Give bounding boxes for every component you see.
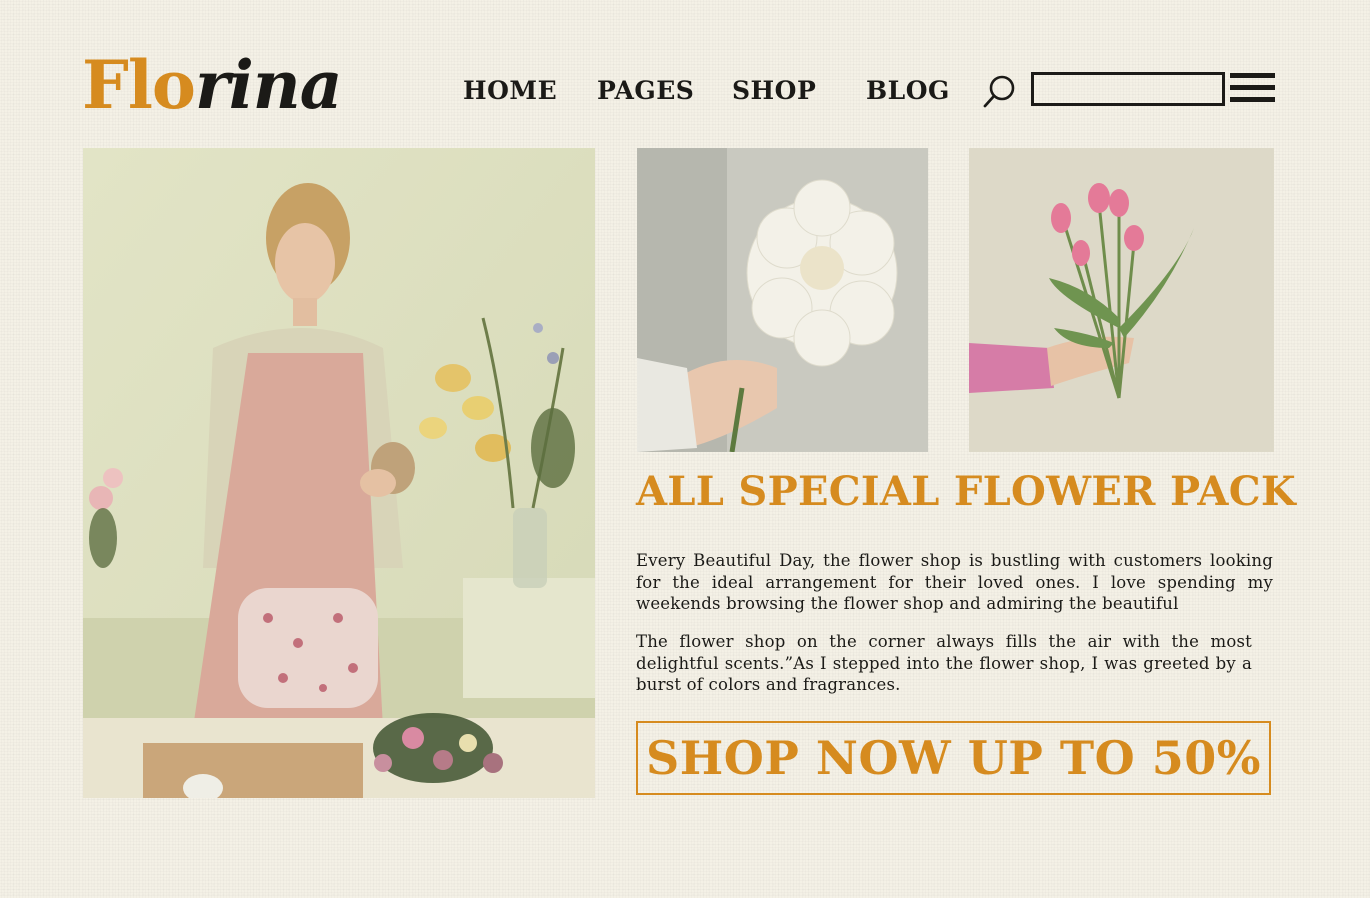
section-headline: ALL SPECIAL FLOWER PACK bbox=[636, 468, 1296, 515]
nav-pages[interactable]: PAGES bbox=[597, 76, 694, 105]
logo-part-2: rina bbox=[194, 46, 343, 124]
brand-logo[interactable]: Florina bbox=[82, 52, 343, 118]
search-icon[interactable] bbox=[982, 73, 1018, 109]
search-input[interactable] bbox=[1031, 72, 1225, 106]
nav-blog[interactable]: BLOG bbox=[866, 76, 950, 105]
florist-photo bbox=[83, 148, 595, 798]
logo-part-1: Flo bbox=[82, 46, 196, 124]
description-paragraph-1: Every Beautiful Day, the flower shop is … bbox=[636, 551, 1273, 613]
pink-tulips-photo bbox=[969, 148, 1274, 452]
nav-home[interactable]: HOME bbox=[463, 76, 557, 105]
hamburger-menu-icon[interactable] bbox=[1230, 73, 1275, 105]
description-paragraph-2: The flower shop on the corner always fil… bbox=[636, 632, 1252, 694]
shop-now-button[interactable]: SHOP NOW UP TO 50% bbox=[636, 721, 1271, 795]
white-flower-photo bbox=[637, 148, 928, 452]
nav-shop[interactable]: SHOP bbox=[732, 76, 816, 105]
